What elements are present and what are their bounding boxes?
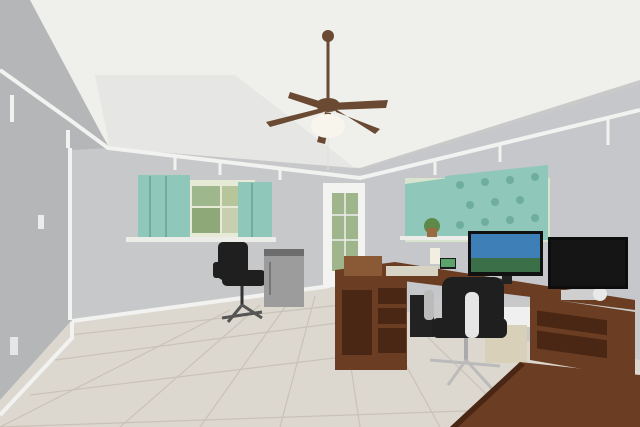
mini-fridge [264, 249, 304, 307]
left-window [126, 175, 276, 242]
television [548, 237, 628, 289]
light-switch [38, 215, 44, 229]
room-illustration [0, 0, 640, 427]
wall-outlet [10, 337, 18, 355]
office-room-photo [0, 0, 640, 427]
